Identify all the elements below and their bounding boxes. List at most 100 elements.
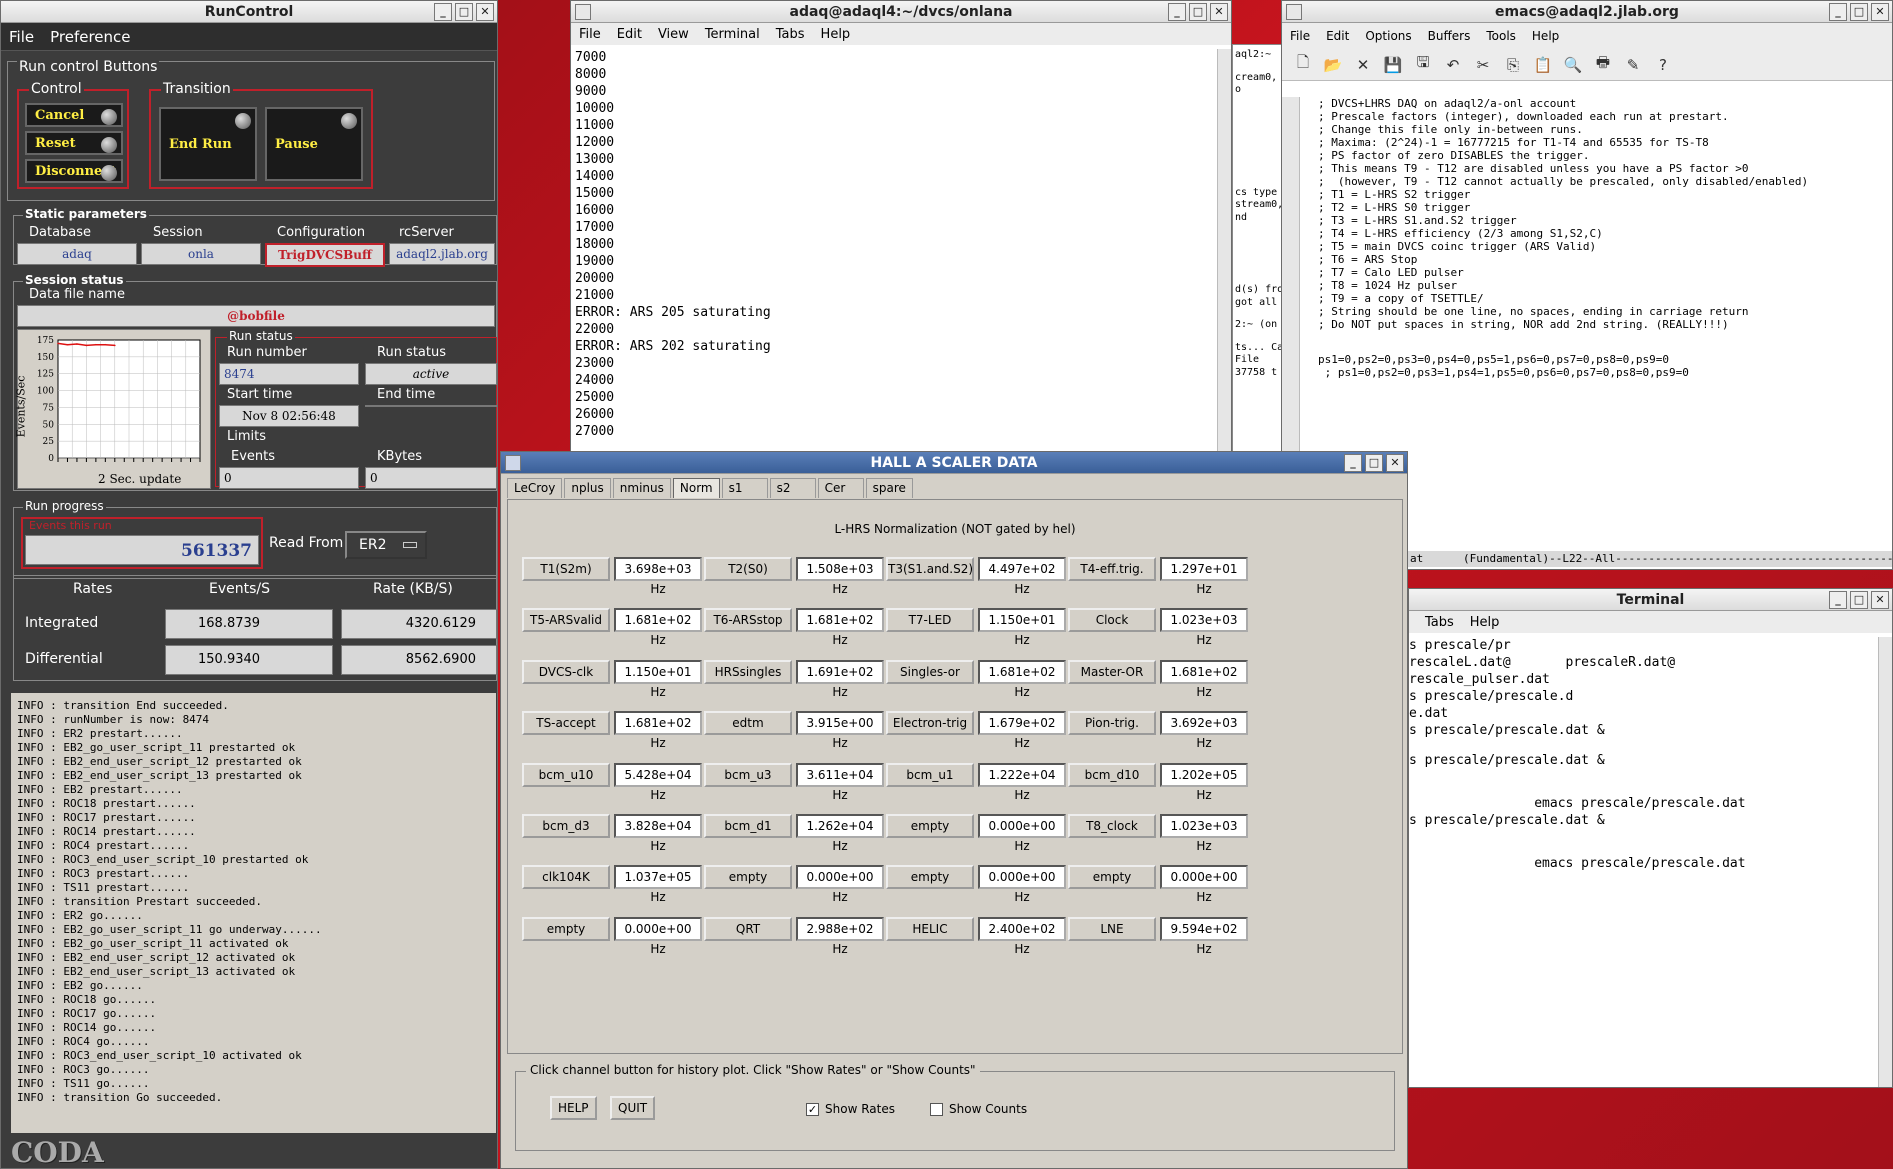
channel-button[interactable]: bcm_d1: [704, 814, 792, 838]
tab-lecroy[interactable]: LeCroy: [507, 478, 563, 498]
end-run-button[interactable]: End Run: [159, 107, 257, 181]
channel-button[interactable]: Singles-or: [886, 659, 974, 684]
close-icon[interactable]: ✕: [1871, 3, 1889, 21]
minimize-icon[interactable]: _: [1829, 3, 1847, 21]
save-icon[interactable]: 💾: [1382, 56, 1404, 74]
help-button[interactable]: HELP: [550, 1096, 597, 1120]
channel-button[interactable]: clk104K: [522, 865, 610, 890]
menu-file[interactable]: File: [9, 28, 34, 46]
new-file-icon[interactable]: 🗋: [1292, 52, 1314, 77]
close-icon[interactable]: ✕: [476, 3, 494, 21]
channel-button[interactable]: bcm_u10: [522, 762, 610, 787]
channel-button[interactable]: T2(S0): [704, 557, 792, 581]
search-icon[interactable]: 🔍: [1562, 56, 1584, 74]
show-rates-checkbox[interactable]: ✓ Show Rates: [806, 1102, 895, 1116]
maximize-icon[interactable]: □: [1850, 3, 1868, 21]
channel-button[interactable]: TS-accept: [522, 711, 610, 736]
channel-button[interactable]: bcm_d3: [522, 814, 610, 838]
terminal-scrollbar[interactable]: [1217, 49, 1231, 451]
terminal-output[interactable]: s prescale/pr rescaleL.dat@ prescaleR.dat…: [1409, 637, 1746, 872]
terminal-output[interactable]: 7000 8000 9000 10000 11000 12000 13000 14000 150…: [575, 49, 771, 440]
preferences-icon[interactable]: ✎: [1622, 56, 1644, 74]
maximize-icon[interactable]: □: [455, 3, 473, 21]
terminal-adaq-titlebar[interactable]: adaq@adaql4:~/dvcs/onlana _ □ ✕: [571, 1, 1231, 23]
channel-button[interactable]: T6-ARSstop: [704, 608, 792, 633]
channel-button[interactable]: T4-eff.trig.: [1068, 557, 1156, 581]
show-counts-checkbox[interactable]: Show Counts: [930, 1102, 1027, 1116]
channel-button[interactable]: DVCS-clk: [522, 659, 610, 684]
scaler-titlebar[interactable]: HALL A SCALER DATA _ □ ✕: [501, 452, 1407, 474]
menu-tools[interactable]: Tools: [1486, 29, 1516, 43]
kbytes-limit-input[interactable]: 0: [365, 467, 497, 489]
channel-button[interactable]: T7-LED: [886, 608, 974, 633]
window-menu-icon[interactable]: [1286, 4, 1302, 20]
minimize-icon[interactable]: _: [1344, 454, 1362, 472]
menu-options[interactable]: Options: [1365, 29, 1411, 43]
tab-cer[interactable]: Cer: [817, 478, 864, 498]
print-icon[interactable]: 🖶: [1592, 52, 1614, 77]
maximize-icon[interactable]: □: [1365, 454, 1383, 472]
menu-edit[interactable]: Edit: [1326, 29, 1349, 43]
emacs-titlebar[interactable]: emacs@adaql2.jlab.org _ □ ✕: [1282, 1, 1892, 23]
menu-file[interactable]: File: [1290, 29, 1310, 43]
channel-button[interactable]: Pion-trig.: [1068, 711, 1156, 736]
channel-button[interactable]: bcm_u1: [886, 762, 974, 787]
channel-button[interactable]: Electron-trig: [886, 711, 974, 736]
open-folder-icon[interactable]: 📂: [1322, 56, 1344, 74]
maximize-icon[interactable]: □: [1189, 3, 1207, 21]
channel-button[interactable]: bcm_u3: [704, 762, 792, 787]
minimize-icon[interactable]: _: [1829, 591, 1847, 609]
close-icon[interactable]: ✕: [1871, 591, 1889, 609]
channel-button[interactable]: Master-OR: [1068, 659, 1156, 684]
channel-button[interactable]: Clock: [1068, 608, 1156, 633]
menu-preference[interactable]: Preference: [50, 28, 130, 46]
channel-button[interactable]: HELIC: [886, 916, 974, 941]
channel-button[interactable]: empty: [886, 814, 974, 838]
close-icon[interactable]: ✕: [1386, 454, 1404, 472]
close-icon[interactable]: ✕: [1210, 3, 1228, 21]
menu-file[interactable]: File: [579, 27, 601, 42]
channel-button[interactable]: T8_clock: [1068, 814, 1156, 838]
disconnect-button[interactable]: Disconnect: [25, 159, 123, 183]
reset-button[interactable]: Reset: [25, 131, 123, 155]
menu-help[interactable]: Help: [1470, 615, 1500, 630]
channel-button[interactable]: T3(S1.and.S2): [886, 557, 974, 581]
menu-buffers[interactable]: Buffers: [1428, 29, 1471, 43]
channel-button[interactable]: LNE: [1068, 916, 1156, 941]
tab-nminus[interactable]: nminus: [612, 478, 671, 498]
events-limit-input[interactable]: 0: [219, 467, 359, 489]
channel-button[interactable]: empty: [522, 916, 610, 941]
menu-view[interactable]: View: [658, 27, 689, 42]
channel-button[interactable]: empty: [886, 865, 974, 890]
undo-icon[interactable]: ↶: [1442, 56, 1464, 74]
channel-button[interactable]: HRSsingles: [704, 659, 792, 684]
minimize-icon[interactable]: _: [1168, 3, 1186, 21]
tab-s1[interactable]: s1: [721, 478, 768, 498]
maximize-icon[interactable]: □: [1850, 591, 1868, 609]
channel-button[interactable]: QRT: [704, 916, 792, 941]
window-menu-icon[interactable]: [575, 4, 591, 20]
channel-button[interactable]: T1(S2m): [522, 557, 610, 581]
runcontrol-log[interactable]: INFO : transition End succeeded. INFO : r…: [11, 693, 496, 1133]
quit-button[interactable]: QUIT: [610, 1096, 656, 1120]
channel-button[interactable]: bcm_d10: [1068, 762, 1156, 787]
menu-help[interactable]: Help: [821, 27, 851, 42]
channel-button[interactable]: empty: [1068, 865, 1156, 890]
tab-spare[interactable]: spare: [865, 478, 913, 498]
window-menu-icon[interactable]: [505, 455, 521, 471]
terminal-titlebar[interactable]: Terminal _ □ ✕: [1409, 589, 1892, 611]
minimize-icon[interactable]: _: [434, 3, 452, 21]
paste-icon[interactable]: 📋: [1532, 56, 1554, 74]
close-buffer-icon[interactable]: ✕: [1352, 56, 1374, 74]
terminal-scrollbar[interactable]: [1878, 637, 1892, 1087]
channel-button[interactable]: empty: [704, 865, 792, 890]
cancel-button[interactable]: Cancel: [25, 103, 123, 127]
menu-help[interactable]: Help: [1532, 29, 1559, 43]
channel-button[interactable]: T5-ARSvalid: [522, 608, 610, 633]
pause-button[interactable]: Pause: [265, 107, 363, 181]
menu-tabs[interactable]: Tabs: [1425, 615, 1454, 630]
help-icon[interactable]: ?: [1652, 56, 1674, 74]
cut-icon[interactable]: ✂: [1472, 56, 1494, 74]
menu-tabs[interactable]: Tabs: [776, 27, 805, 42]
menu-terminal[interactable]: Terminal: [705, 27, 760, 42]
